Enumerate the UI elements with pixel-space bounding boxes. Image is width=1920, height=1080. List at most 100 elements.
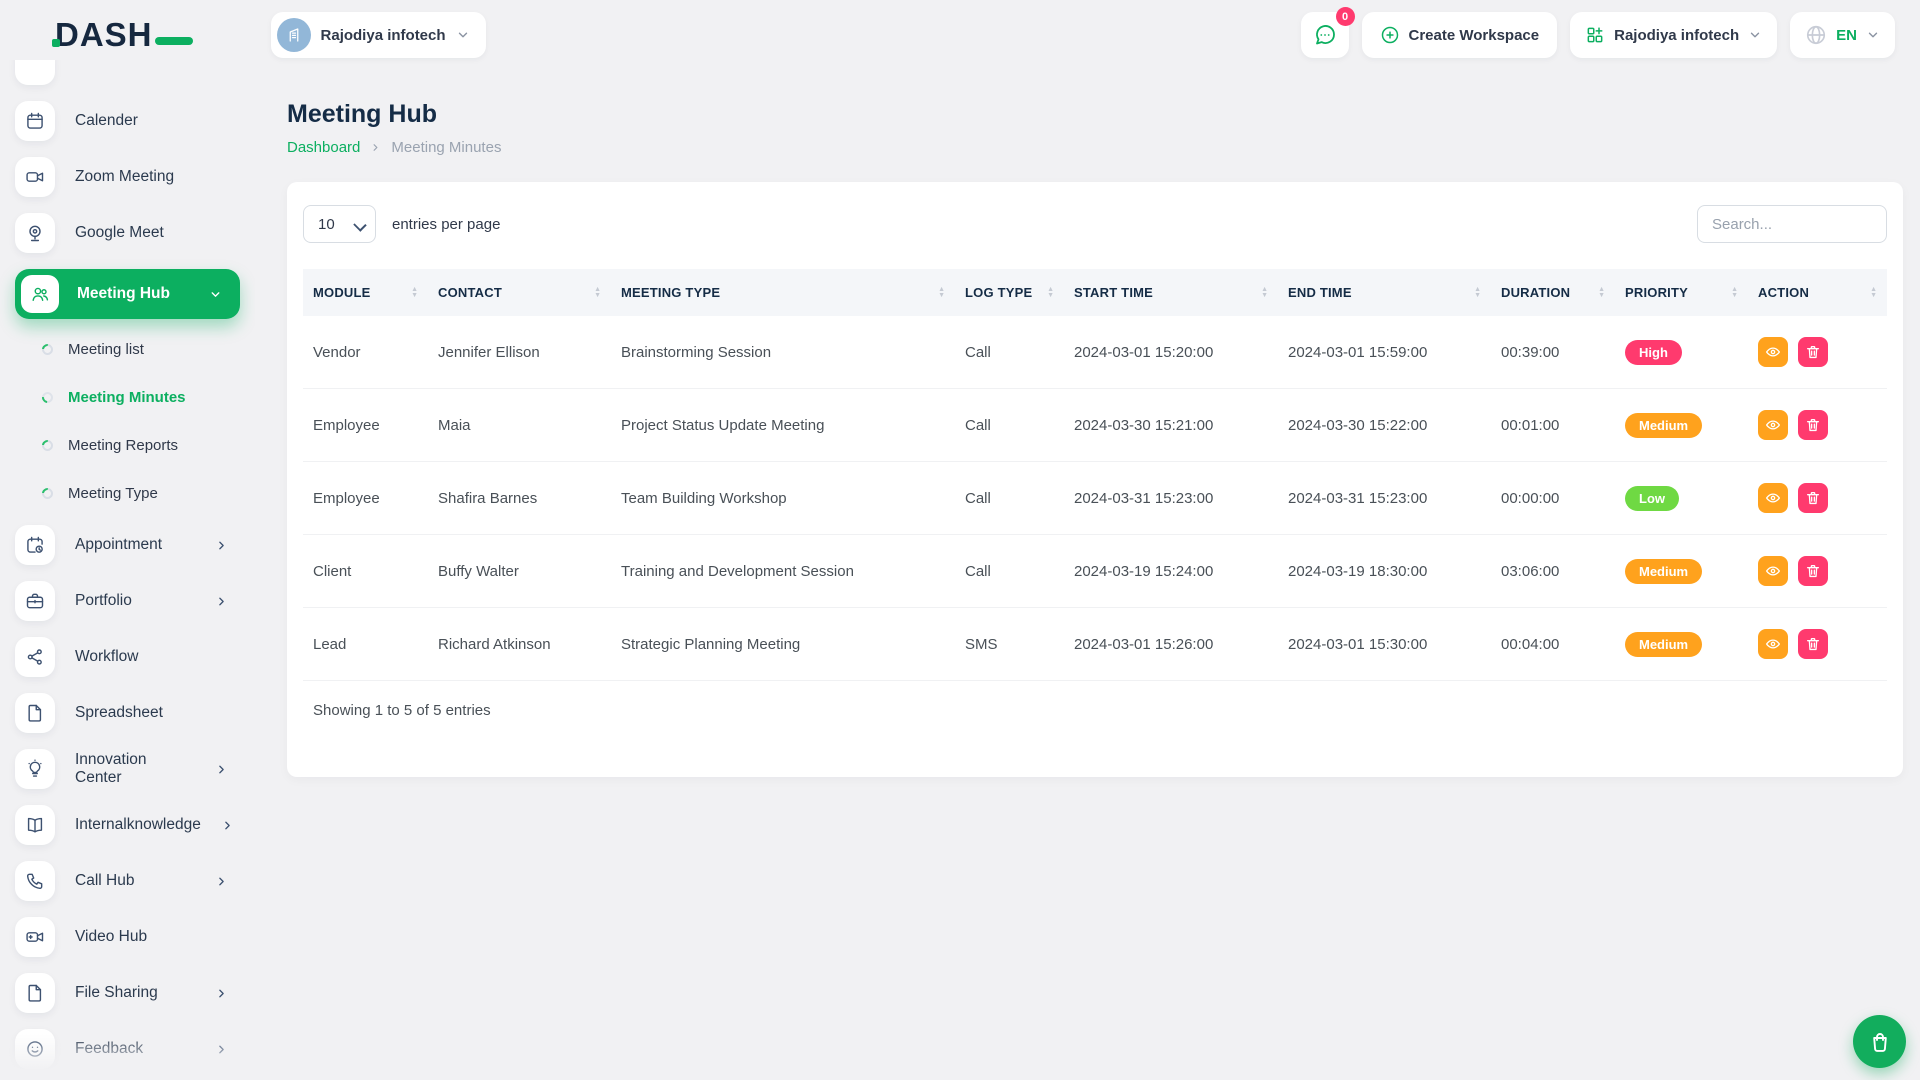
users-icon	[21, 275, 59, 313]
column-header-end-time[interactable]: END TIME ▲▼	[1278, 269, 1491, 316]
chevron-right-icon	[215, 595, 228, 608]
delete-button[interactable]	[1798, 337, 1828, 367]
sort-arrows-icon[interactable]: ▲▼	[1047, 287, 1054, 299]
chevron-right-icon	[215, 1043, 228, 1056]
sort-arrows-icon[interactable]: ▲▼	[594, 287, 601, 299]
view-button[interactable]	[1758, 483, 1788, 513]
sidebar-subitem-meeting-minutes[interactable]: Meeting Minutes	[0, 373, 255, 421]
cell-meeting-type: Brainstorming Session	[611, 316, 955, 389]
sort-arrows-icon[interactable]: ▲▼	[1261, 287, 1268, 299]
cell-log-type: SMS	[955, 608, 1064, 681]
column-header-label: PRIORITY	[1625, 285, 1688, 300]
cell-start-time: 2024-03-30 15:21:00	[1064, 389, 1278, 462]
column-header-log-type[interactable]: LOG TYPE▲▼	[955, 269, 1064, 316]
sort-arrows-icon[interactable]: ▲▼	[1474, 287, 1481, 299]
breadcrumb-dashboard-link[interactable]: Dashboard	[287, 139, 360, 156]
cell-contact: Shafira Barnes	[428, 462, 611, 535]
sidebar-item-google-meet[interactable]: Google Meet	[15, 213, 240, 253]
sidebar-item-meeting-hub[interactable]: Meeting Hub	[15, 269, 240, 319]
briefcase-icon	[15, 581, 55, 621]
cell-module: Client	[303, 535, 428, 608]
delete-button[interactable]	[1798, 410, 1828, 440]
search-input[interactable]	[1697, 205, 1887, 243]
table-row: EmployeeMaiaProject Status Update Meetin…	[303, 389, 1887, 462]
cell-log-type: Call	[955, 535, 1064, 608]
sort-arrows-icon[interactable]: ▲▼	[1731, 287, 1738, 299]
column-header-action[interactable]: ACTION▲▼	[1748, 269, 1887, 316]
sidebar-subitem-meeting-reports[interactable]: Meeting Reports	[0, 421, 255, 469]
company-menu[interactable]: Rajodiya infotech	[1570, 12, 1777, 58]
cell-duration: 00:00:00	[1491, 462, 1615, 535]
calendar-icon	[15, 101, 55, 141]
sidebar-item-spreadsheet[interactable]: Spreadsheet	[15, 693, 240, 733]
sidebar-item-label: Appointment	[75, 536, 162, 554]
sidebar-item-label: Innovation Center	[75, 751, 195, 787]
column-header-meeting-type[interactable]: MEETING TYPE▲▼	[611, 269, 955, 316]
video-plus-icon	[15, 917, 55, 957]
chevron-right-icon	[221, 819, 234, 832]
entries-select-wrap: 10	[303, 205, 376, 243]
sidebar-item-feedback[interactable]: Feedback	[15, 1029, 240, 1069]
delete-button[interactable]	[1798, 556, 1828, 586]
sort-arrows-icon[interactable]: ▲▼	[938, 287, 945, 299]
chevron-down-icon	[1748, 28, 1762, 42]
create-workspace-button[interactable]: Create Workspace	[1362, 12, 1558, 58]
cell-start-time: 2024-03-01 15:20:00	[1064, 316, 1278, 389]
sidebar-subitem-meeting-list[interactable]: Meeting list	[0, 325, 255, 373]
video-camera-icon	[15, 157, 55, 197]
logo-dot	[52, 39, 60, 47]
delete-button[interactable]	[1798, 629, 1828, 659]
sidebar-item-clipped[interactable]	[15, 60, 240, 85]
sort-arrows-icon[interactable]: ▲▼	[1870, 287, 1877, 299]
column-header-duration[interactable]: DURATION▲▼	[1491, 269, 1615, 316]
delete-button[interactable]	[1798, 483, 1828, 513]
chevron-right-icon	[215, 539, 228, 552]
sidebar-item-label: Call Hub	[75, 872, 134, 890]
column-header-label: MODULE	[313, 285, 371, 300]
workspace-switcher[interactable]: Rajodiya infotech	[271, 12, 486, 58]
column-header-contact[interactable]: CONTACT▲▼	[428, 269, 611, 316]
sidebar-item-call-hub[interactable]: Call Hub	[15, 861, 240, 901]
chevron-down-icon	[209, 288, 222, 301]
sidebar-item-file-sharing[interactable]: File Sharing	[15, 973, 240, 1013]
view-button[interactable]	[1758, 410, 1788, 440]
sidebar-subitem-meeting-type[interactable]: Meeting Type	[0, 469, 255, 517]
sort-arrows-icon[interactable]: ▲▼	[411, 287, 418, 299]
cell-priority: Medium	[1615, 389, 1748, 462]
sidebar-item-label: Portfolio	[75, 592, 132, 610]
sidebar-item-innovation-center[interactable]: Innovation Center	[15, 749, 240, 789]
view-button[interactable]	[1758, 629, 1788, 659]
sidebar-item-label: Video Hub	[75, 928, 147, 946]
sidebar-item-appointment[interactable]: Appointment	[15, 525, 240, 565]
sidebar-item-label: Spreadsheet	[75, 704, 163, 722]
view-button[interactable]	[1758, 337, 1788, 367]
view-button[interactable]	[1758, 556, 1788, 586]
column-header-start-time[interactable]: START TIME▲▼	[1064, 269, 1278, 316]
chevron-right-icon	[370, 142, 381, 153]
cell-start-time: 2024-03-19 15:24:00	[1064, 535, 1278, 608]
globe-icon	[1805, 24, 1827, 46]
sidebar-item-zoom-meeting[interactable]: Zoom Meeting	[15, 157, 240, 197]
sidebar-item-portfolio[interactable]: Portfolio	[15, 581, 240, 621]
sidebar-item-workflow[interactable]: Workflow	[15, 637, 240, 677]
sidebar-item-calender[interactable]: Calender	[15, 101, 240, 141]
column-header-label: END TIME	[1288, 285, 1352, 300]
app-logo[interactable]: DASH	[55, 16, 179, 54]
logo-dash	[155, 37, 193, 45]
sidebar-item-internalknowledge[interactable]: Internalknowledge	[15, 805, 240, 845]
column-header-module[interactable]: MODULE ▲▼	[303, 269, 428, 316]
cell-log-type: Call	[955, 316, 1064, 389]
entries-per-page-select[interactable]: 10	[303, 205, 376, 243]
sort-arrows-icon[interactable]: ▲▼	[1598, 287, 1605, 299]
messages-button[interactable]: 0	[1301, 12, 1349, 58]
cell-duration: 03:06:00	[1491, 535, 1615, 608]
sidebar-subitem-label: Meeting Type	[68, 485, 158, 502]
column-header-priority[interactable]: PRIORITY ▲▼	[1615, 269, 1748, 316]
sidebar-submenu: Meeting listMeeting MinutesMeeting Repor…	[0, 325, 255, 517]
sidebar-item-video-hub[interactable]: Video Hub	[15, 917, 240, 957]
cell-end-time: 2024-03-19 18:30:00	[1278, 535, 1491, 608]
store-fab-button[interactable]	[1853, 1015, 1906, 1068]
company-menu-label: Rajodiya infotech	[1614, 27, 1739, 44]
building-icon	[277, 18, 311, 52]
language-selector[interactable]: EN	[1790, 12, 1895, 58]
